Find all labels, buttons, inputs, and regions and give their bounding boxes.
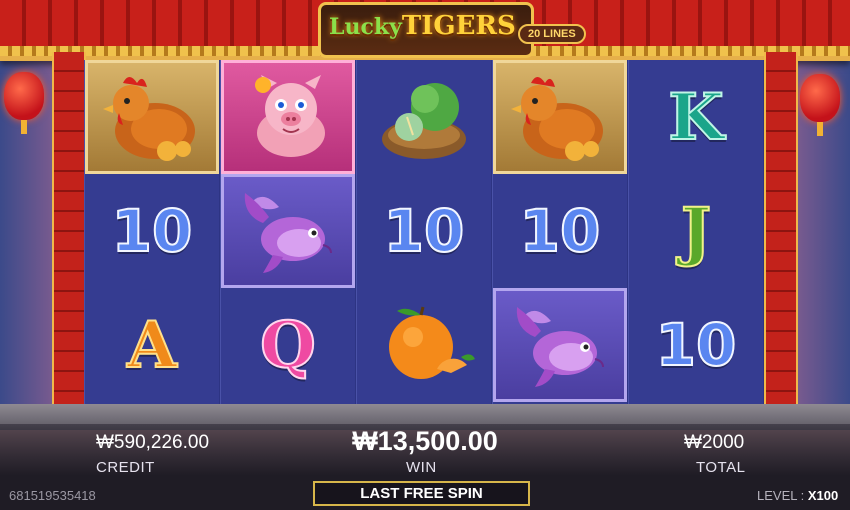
reel-5: K J 10 (628, 60, 763, 404)
symbol-k: K (667, 79, 725, 156)
symbol-ten: 10 (111, 196, 194, 266)
symbol-ten: 10 (655, 310, 738, 380)
level-value: X100 (807, 488, 839, 503)
rooster-icon (103, 77, 195, 161)
reel-1: 10 A (84, 60, 219, 404)
reel-cell: 10 (629, 288, 763, 402)
credit-value: ₩590,226.00 (96, 432, 210, 453)
reel-grid: 10 A Q 10 10 K J 10 (84, 60, 764, 404)
rooster-icon (511, 77, 603, 161)
lines-badge: 20 LINES (518, 24, 586, 44)
level-label: LEVEL : (757, 488, 805, 503)
reel-cell (493, 288, 627, 402)
right-pillar (764, 52, 798, 404)
reel-cell: K (629, 60, 763, 174)
symbol-q: Q (259, 307, 317, 384)
koi-fish-icon (244, 193, 332, 273)
lantern-icon (4, 72, 44, 134)
reel-cell (85, 60, 219, 174)
symbol-a: A (126, 307, 178, 384)
orange-icon (389, 306, 475, 379)
level-indicator: LEVEL : X100 (757, 488, 838, 503)
reel-3: 10 (356, 60, 491, 404)
cabbage-icon (382, 83, 466, 159)
reel-cell: 10 (493, 174, 627, 288)
symbol-j: J (680, 193, 712, 270)
credit-label: CREDIT (96, 459, 155, 476)
koi-fish-icon (516, 307, 604, 387)
reel-cell: Q (221, 288, 355, 402)
reel-4: 10 (492, 60, 627, 404)
logo-word-tigers: TIGERS (401, 11, 516, 41)
reel-cell (221, 60, 355, 174)
reel-cell (357, 60, 491, 174)
logo-title: LuckyTIGERS (329, 11, 516, 41)
win-value: ₩13,500.00 (352, 426, 498, 456)
last-free-spin-button[interactable]: LAST FREE SPIN (313, 481, 530, 506)
total-bet-label: TOTAL (696, 459, 746, 476)
win-label: WIN (406, 459, 437, 476)
game-round-id: 681519535418 (9, 488, 96, 503)
reel-cell: 10 (85, 174, 219, 288)
lantern-icon (800, 74, 840, 136)
reel-cell: 10 (357, 174, 491, 288)
reel-cell (493, 60, 627, 174)
symbol-ten: 10 (383, 196, 466, 266)
game-scene: LuckyTIGERS 20 LINES 10 A Q 10 10 K J 10… (0, 0, 850, 510)
game-logo: LuckyTIGERS (318, 2, 534, 58)
reel-cell: A (85, 288, 219, 402)
symbol-ten: 10 (519, 196, 602, 266)
reel-cell (357, 288, 491, 402)
pig-icon (255, 75, 325, 157)
left-pillar (52, 52, 86, 404)
logo-word-lucky: Lucky (329, 14, 402, 40)
reel-2: Q (220, 60, 355, 404)
reel-cell: J (629, 174, 763, 288)
total-bet-value: ₩2000 (684, 432, 745, 453)
reel-cell (221, 174, 355, 288)
